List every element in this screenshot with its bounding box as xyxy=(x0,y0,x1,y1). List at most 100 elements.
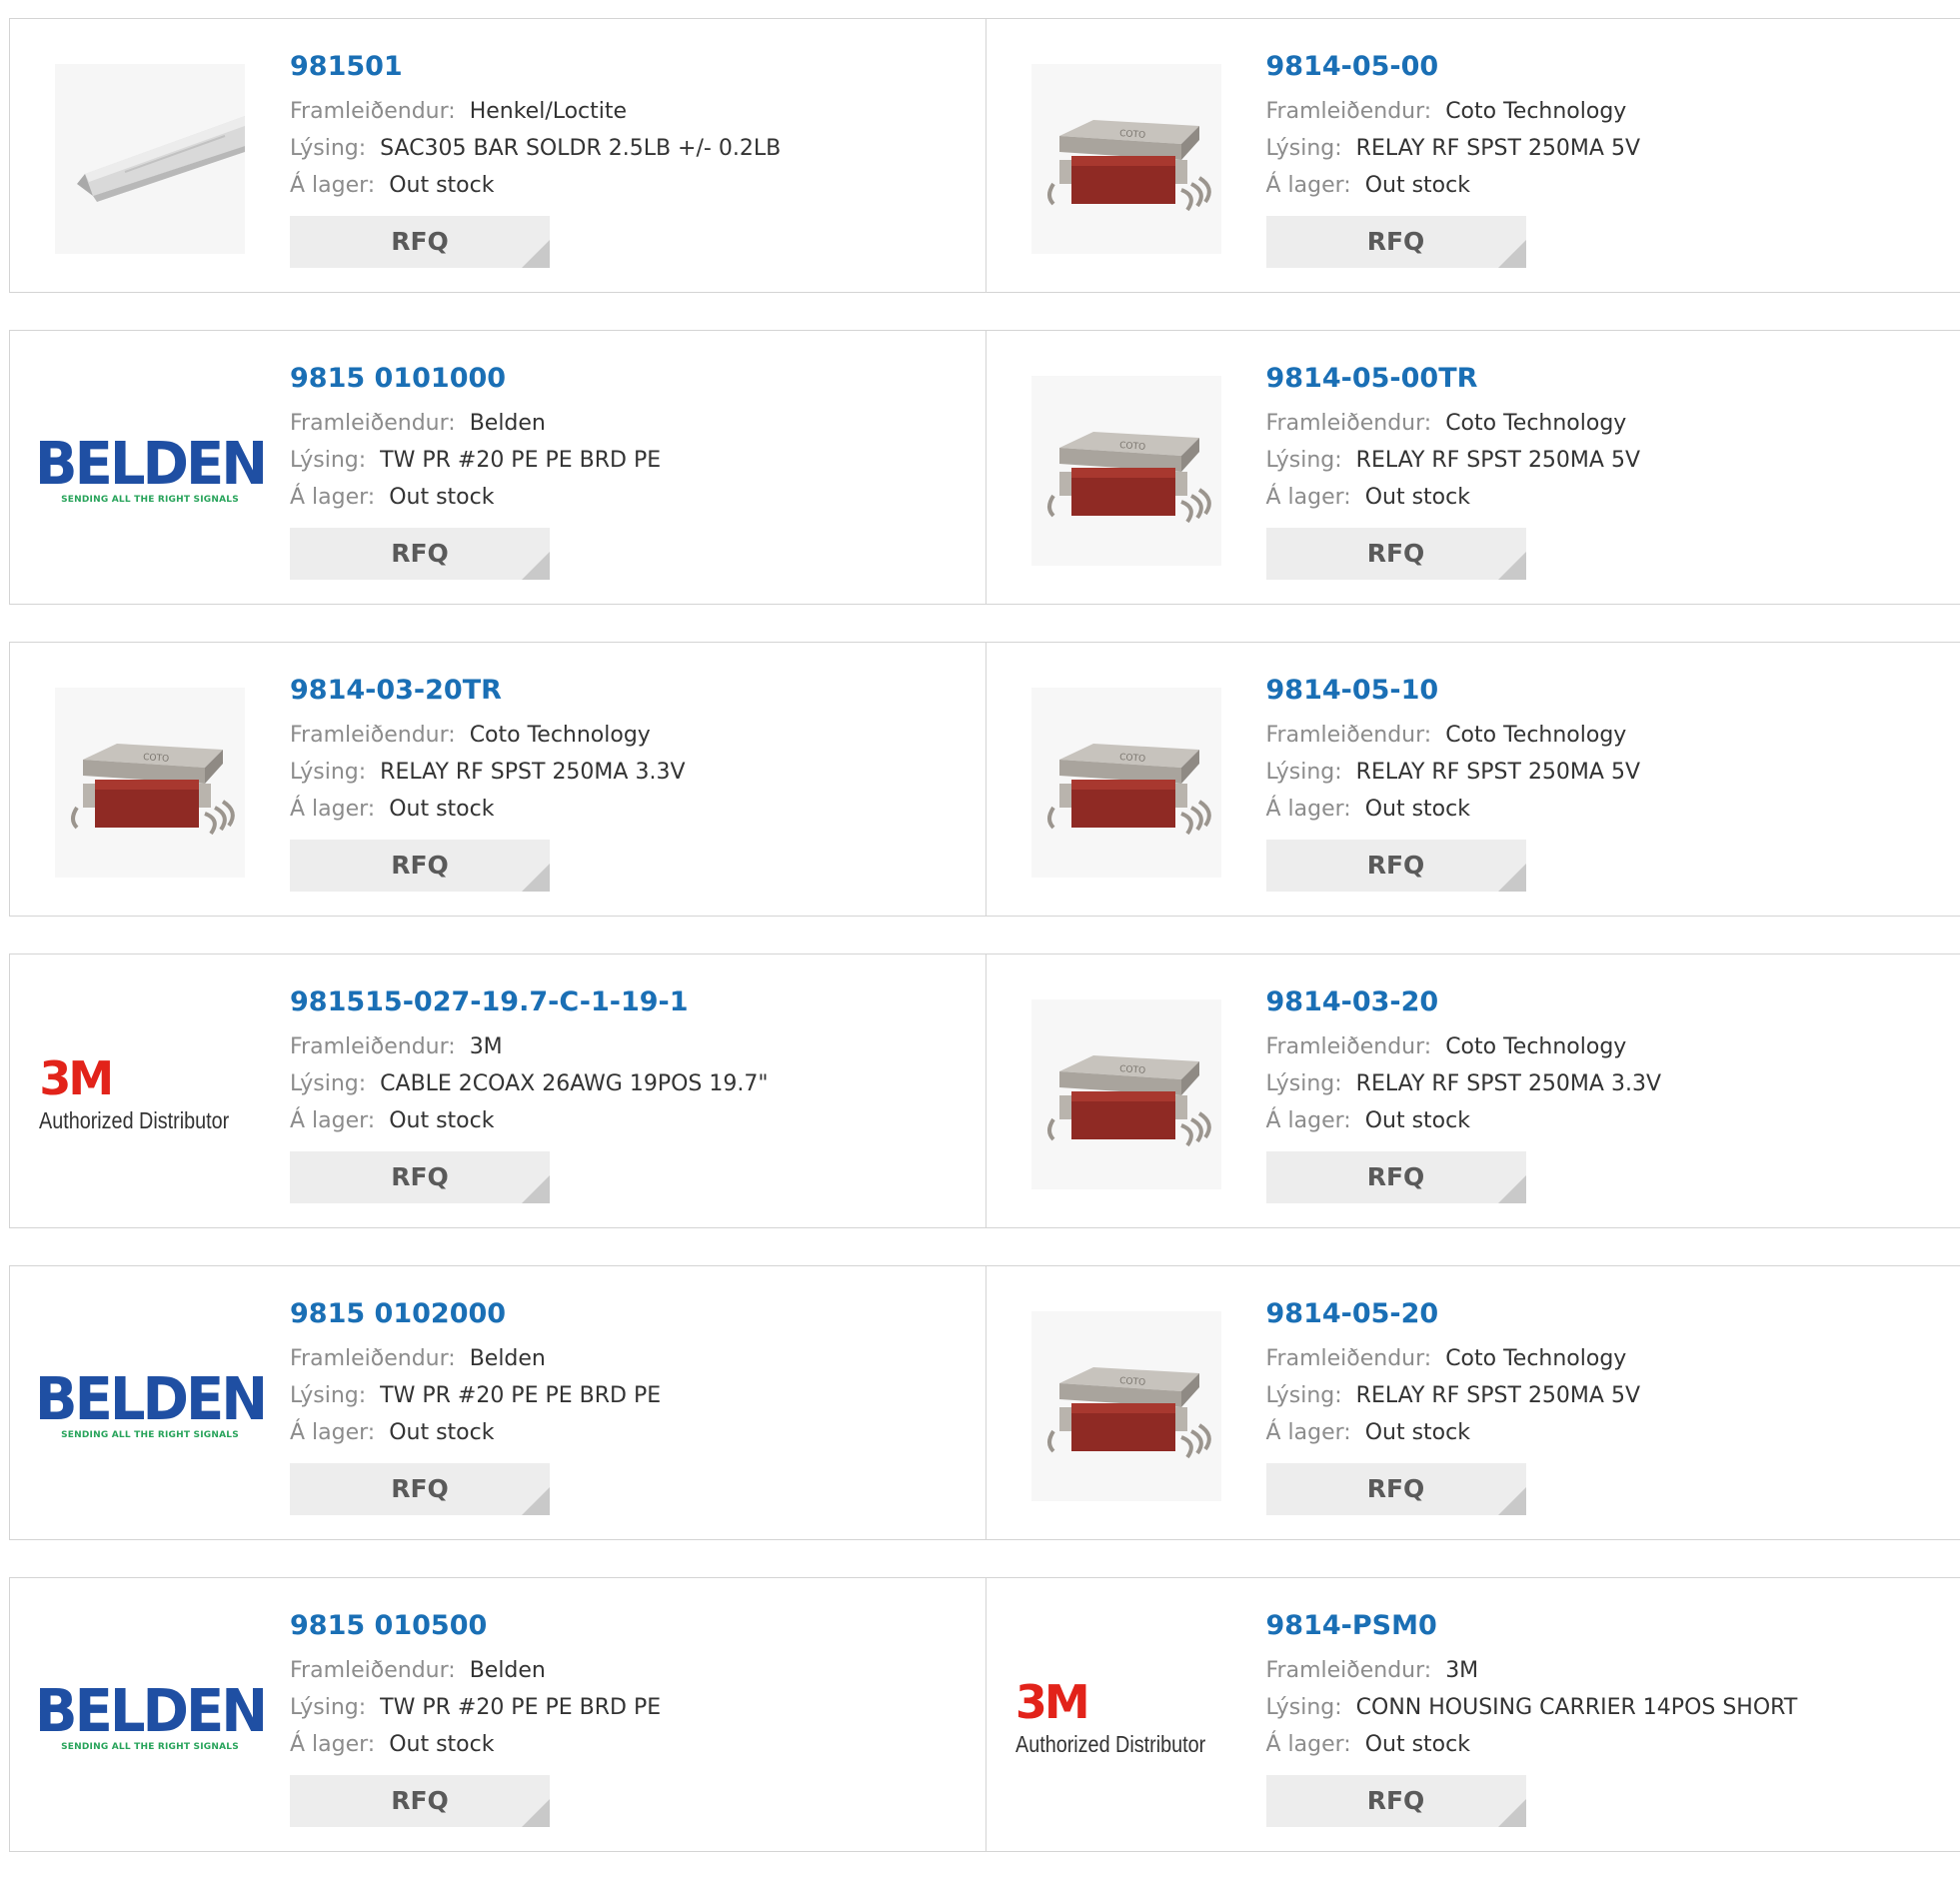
stock-line-value: Out stock xyxy=(389,1732,494,1757)
product-info: 9815 0102000 Framleiðendur: Belden Lýsing:T… xyxy=(290,1294,976,1515)
solder-bar-photo-icon xyxy=(55,64,245,254)
product-thumbnail[interactable]: COTO xyxy=(1026,683,1226,883)
rfq-button[interactable]: RFQ xyxy=(290,1463,550,1515)
part-number-link[interactable]: 9814-05-00TR xyxy=(1266,359,1951,399)
product-thumbnail[interactable]: BELDEN SENDING ALL THE RIGHT SIGNALS xyxy=(50,1306,250,1506)
stock-line-value: Out stock xyxy=(1365,1108,1470,1133)
corner-triangle-icon xyxy=(522,1799,550,1827)
product-thumbnail[interactable]: COTO xyxy=(1026,371,1226,571)
product-card: 3M Authorized Distributor 9814-PSM0Framl… xyxy=(985,1578,1960,1851)
description-line-value: RELAY RF SPST 250MA 5V xyxy=(1356,136,1640,161)
product-thumbnail[interactable] xyxy=(50,59,250,259)
manufacturer-line: Framleiðendur:Coto Technology xyxy=(290,717,976,754)
product-thumbnail[interactable]: COTO xyxy=(50,683,250,883)
manufacturer-line-value: 3M xyxy=(470,1034,503,1059)
part-number-link[interactable]: 9814-PSM0 xyxy=(1266,1606,1951,1646)
part-number-link[interactable]: 9814-05-20 xyxy=(1266,1294,1951,1334)
part-number-link[interactable]: 981501 xyxy=(290,47,976,87)
stock-line: Á lager:Out stock xyxy=(1266,1414,1951,1451)
part-number-link[interactable]: 9815 0101000 xyxy=(290,359,976,399)
product-card: COTO 9814-03-20 Framleiðendur:Coto Techno… xyxy=(985,954,1960,1227)
3m-logo-icon: 3M Authorized Distributor xyxy=(39,1055,260,1134)
description-line: Lýsing: CONN HOUSING CARRIER 14POS SHORT xyxy=(1266,1689,1951,1726)
part-number-link[interactable]: 981515-027-19.7-C-1-19-1 xyxy=(290,982,976,1022)
rfq-button[interactable]: RFQ xyxy=(1266,1775,1526,1827)
stock-line-label: Á lager: xyxy=(290,1420,375,1445)
part-number-link[interactable]: 9815 0102000 xyxy=(290,1294,976,1334)
rfq-button[interactable]: RFQ xyxy=(290,840,550,892)
svg-text:COTO: COTO xyxy=(1118,441,1145,453)
manufacturer-line: Framleiðendur:Coto Technology xyxy=(1266,1028,1951,1065)
manufacturer-line-value: Belden xyxy=(470,1658,546,1683)
stock-line-label: Á lager: xyxy=(290,173,375,198)
product-card: COTO 9814-05-20Framleiðendur:Coto Techno… xyxy=(985,1266,1960,1539)
rfq-button[interactable]: RFQ xyxy=(290,216,550,268)
svg-text:COTO: COTO xyxy=(1118,753,1145,765)
product-thumbnail[interactable]: BELDEN SENDING ALL THE RIGHT SIGNALS xyxy=(50,371,250,571)
part-number-link[interactable]: 9815 010500 xyxy=(290,1606,976,1646)
manufacturer-line-label: Framleiðendur: xyxy=(290,1346,456,1371)
description-line-value: RELAY RF SPST 250MA 5V xyxy=(1356,760,1640,785)
part-number-link[interactable]: 9814-03-20TR xyxy=(290,671,976,711)
manufacturer-line-label: Framleiðendur: xyxy=(1266,411,1432,436)
product-thumbnail[interactable]: COTO xyxy=(1026,59,1226,259)
stock-line-label: Á lager: xyxy=(1266,797,1351,822)
rfq-button-label: RFQ xyxy=(391,851,449,880)
corner-triangle-icon xyxy=(522,1487,550,1515)
rfq-button[interactable]: RFQ xyxy=(1266,216,1526,268)
product-row: BELDEN SENDING ALL THE RIGHT SIGNALS 981… xyxy=(9,1265,1960,1540)
corner-triangle-icon xyxy=(1498,1175,1526,1203)
corner-triangle-icon xyxy=(522,1175,550,1203)
part-number-link[interactable]: 9814-05-00 xyxy=(1266,47,1951,87)
product-info: 9814-05-20Framleiðendur:Coto TechnologyL… xyxy=(1266,1294,1951,1515)
rfq-button[interactable]: RFQ xyxy=(1266,840,1526,892)
product-card: COTO 9814-05-00TR Framleiðendur: Coto Tech… xyxy=(985,331,1960,604)
description-line-label: Lýsing: xyxy=(1266,1695,1342,1720)
manufacturer-line-value: Belden xyxy=(470,1346,546,1371)
stock-line-value: Out stock xyxy=(1365,797,1470,822)
product-thumbnail[interactable]: COTO xyxy=(1026,994,1226,1194)
manufacturer-line: Framleiðendur:Henkel/Loctite xyxy=(290,93,976,130)
product-card: COTO 9814-03-20TR Framleiðendur:Coto Tech… xyxy=(10,643,985,916)
product-grid: 981501Framleiðendur:Henkel/LoctiteLýsing… xyxy=(9,18,1960,1889)
stock-line: Á lager: Out stock xyxy=(1266,791,1951,828)
stock-line: Á lager:Out stock xyxy=(290,1102,976,1139)
description-line: Lýsing:SAC305 BAR SOLDR 2.5LB +/- 0.2LB xyxy=(290,130,976,167)
stock-line-label: Á lager: xyxy=(290,1108,375,1133)
product-thumbnail[interactable]: 3M Authorized Distributor xyxy=(1026,1618,1226,1818)
rfq-button-label: RFQ xyxy=(391,227,449,256)
description-line-value: RELAY RF SPST 250MA 5V xyxy=(1356,1383,1640,1408)
description-line: Lýsing:RELAY RF SPST 250MA 5V xyxy=(1266,1377,1951,1414)
manufacturer-line-value: Henkel/Loctite xyxy=(470,99,627,124)
rfq-button[interactable]: RFQ xyxy=(290,1151,550,1203)
rfq-button[interactable]: RFQ xyxy=(1266,528,1526,580)
product-info: 9814-05-00Framleiðendur:Coto TechnologyL… xyxy=(1266,47,1951,268)
rfq-button[interactable]: RFQ xyxy=(1266,1463,1526,1515)
product-info: 9815 0101000Framleiðendur:BeldenLýsing:T… xyxy=(290,359,976,580)
rfq-button[interactable]: RFQ xyxy=(1266,1151,1526,1203)
manufacturer-line-label: Framleiðendur: xyxy=(290,411,456,436)
product-row: BELDEN SENDING ALL THE RIGHT SIGNALS 981… xyxy=(9,1577,1960,1852)
product-thumbnail[interactable]: COTO xyxy=(1026,1306,1226,1506)
description-line-value: CONN HOUSING CARRIER 14POS SHORT xyxy=(1356,1695,1798,1720)
manufacturer-line-value: Coto Technology xyxy=(1445,411,1626,436)
product-info: 9814-03-20TR Framleiðendur:Coto Technolog… xyxy=(290,671,976,892)
description-line: Lýsing:TW PR #20 PE PE BRD PE xyxy=(290,1377,976,1414)
part-number-link[interactable]: 9814-03-20 xyxy=(1266,982,1951,1022)
rfq-button[interactable]: RFQ xyxy=(290,1775,550,1827)
rfq-button-label: RFQ xyxy=(1367,851,1425,880)
manufacturer-line-label: Framleiðendur: xyxy=(1266,99,1432,124)
product-thumbnail[interactable]: BELDEN SENDING ALL THE RIGHT SIGNALS xyxy=(50,1618,250,1818)
svg-text:COTO: COTO xyxy=(1118,129,1145,141)
corner-triangle-icon xyxy=(522,864,550,892)
belden-logo-icon: BELDEN SENDING ALL THE RIGHT SIGNALS xyxy=(35,1684,265,1752)
product-thumbnail[interactable]: 3M Authorized Distributor xyxy=(50,994,250,1194)
manufacturer-line: Framleiðendur:Belden xyxy=(290,405,976,442)
rfq-button[interactable]: RFQ xyxy=(290,528,550,580)
manufacturer-line: Framleiðendur:3M xyxy=(290,1028,976,1065)
part-number-link[interactable]: 9814-05-10 xyxy=(1266,671,1951,711)
manufacturer-line: Framleiðendur: Coto Technology xyxy=(1266,405,1951,442)
description-line-label: Lýsing: xyxy=(1266,1071,1342,1096)
manufacturer-line-label: Framleiðendur: xyxy=(290,723,456,748)
product-card: BELDEN SENDING ALL THE RIGHT SIGNALS 981… xyxy=(10,1578,985,1851)
